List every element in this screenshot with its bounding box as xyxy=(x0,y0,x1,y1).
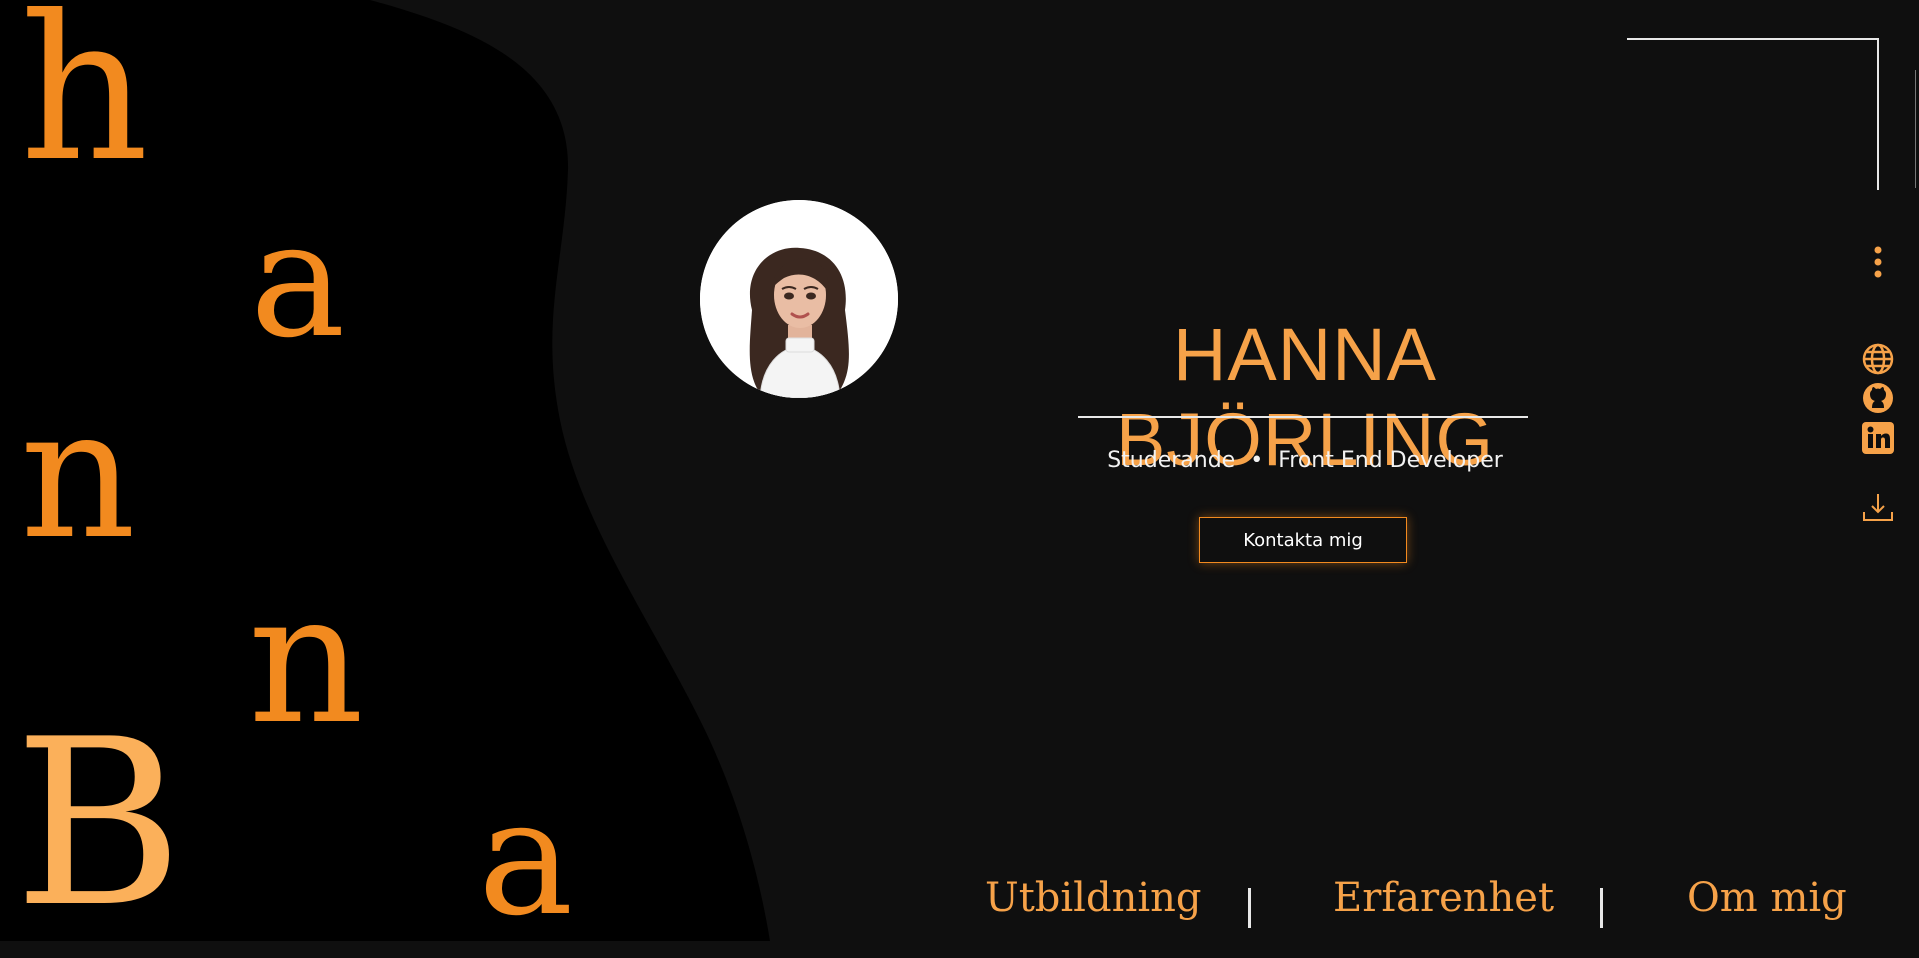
download-icon[interactable] xyxy=(1860,490,1896,526)
separator-dot: • xyxy=(1250,448,1264,473)
linkedin-icon[interactable] xyxy=(1860,420,1896,456)
avatar xyxy=(700,200,898,398)
contact-button[interactable]: Kontakta mig xyxy=(1199,517,1407,563)
background-letter-n: n xyxy=(248,555,364,764)
nav-separator xyxy=(1600,888,1603,928)
more-vertical-icon[interactable] xyxy=(1860,244,1896,280)
title-underline xyxy=(1078,416,1528,418)
background-letter-n: n xyxy=(20,370,136,579)
nav-om-mig[interactable]: Om mig xyxy=(1687,878,1847,918)
nav-utbildning[interactable]: Utbildning xyxy=(985,878,1202,918)
nav-separator xyxy=(1248,888,1251,928)
role-studerande: Studerande xyxy=(1107,448,1236,473)
corner-frame xyxy=(1627,38,1879,190)
github-icon[interactable] xyxy=(1860,380,1896,416)
background-letter-b: B xyxy=(14,691,184,958)
background-letter-h: h xyxy=(20,0,149,206)
avatar-illustration xyxy=(700,200,898,398)
subtitle: Studerande • Front End Developer xyxy=(980,448,1630,473)
role-front-end: Front End Developer xyxy=(1278,448,1503,473)
nav-erfarenhet[interactable]: Erfarenhet xyxy=(1333,878,1554,918)
corner-tick xyxy=(1915,70,1916,188)
globe-icon[interactable] xyxy=(1860,341,1896,377)
background-letter-a: a xyxy=(250,186,346,373)
background-letter-a: a xyxy=(478,764,574,951)
